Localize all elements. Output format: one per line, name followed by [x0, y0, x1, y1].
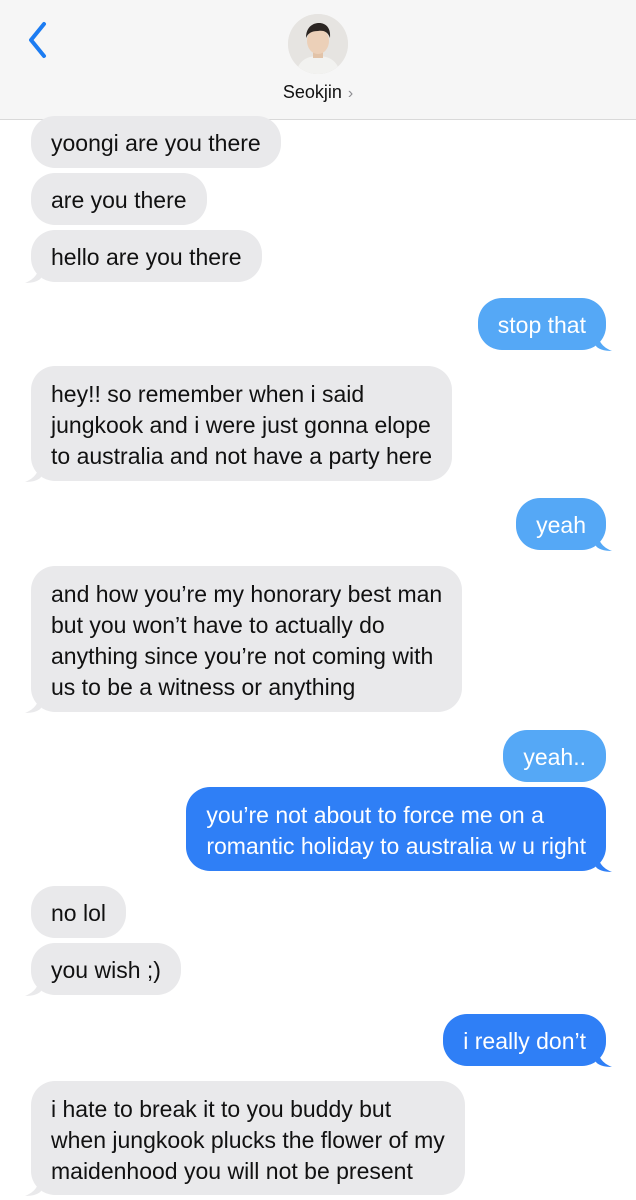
bubble-tail: [25, 974, 41, 996]
message-text: hey!! so remember when i said jungkook a…: [51, 381, 433, 469]
contact-avatar[interactable]: [288, 14, 348, 74]
bubble-tail: [25, 691, 41, 713]
bubble-tail: [596, 1045, 612, 1067]
received-message-bubble[interactable]: hey!! so remember when i said jungkook a…: [25, 366, 453, 482]
received-message-bubble[interactable]: are you there: [31, 173, 207, 225]
received-message-bubble[interactable]: and how you’re my honorary best man but …: [25, 566, 463, 713]
message-text: i hate to break it to you buddy but when…: [51, 1096, 445, 1184]
message-text: and how you’re my honorary best man but …: [51, 581, 443, 700]
received-message-bubble[interactable]: hello are you there: [25, 230, 262, 283]
chevron-left-icon: [29, 22, 46, 58]
sent-message-bubble[interactable]: yeah..: [503, 730, 606, 782]
message-text: hello are you there: [51, 244, 242, 270]
bubble-tail: [25, 1174, 41, 1196]
conversation-header: Seokjin ›: [0, 0, 636, 120]
sent-message-bubble[interactable]: you’re not about to force me on a romant…: [186, 787, 612, 872]
bubble-tail: [25, 261, 41, 283]
sent-message-bubble[interactable]: yeah: [516, 498, 612, 551]
message-text: i really don’t: [463, 1028, 586, 1054]
back-button[interactable]: [18, 18, 58, 62]
received-message-bubble[interactable]: you wish ;): [25, 943, 181, 996]
message-text: no lol: [51, 900, 106, 926]
chevron-right-icon: ›: [347, 85, 354, 102]
person-photo: [288, 14, 348, 74]
message-text: stop that: [497, 312, 586, 338]
contact-name-button[interactable]: Seokjin ›: [0, 82, 636, 103]
received-message-bubble[interactable]: no lol: [31, 886, 126, 938]
sent-message-bubble[interactable]: i really don’t: [443, 1014, 612, 1067]
message-text: yeah: [536, 512, 586, 538]
received-message-bubble[interactable]: yoongi are you there: [31, 116, 281, 168]
bubble-tail: [596, 850, 612, 872]
message-text: yoongi are you there: [51, 130, 261, 156]
message-text: you wish ;): [51, 957, 161, 983]
message-text: yeah..: [523, 744, 586, 770]
bubble-tail: [25, 460, 41, 482]
received-message-bubble[interactable]: i hate to break it to you buddy but when…: [25, 1081, 465, 1196]
bubble-tail: [596, 329, 612, 351]
contact-name: Seokjin: [282, 82, 342, 102]
message-text: are you there: [51, 187, 187, 213]
message-text: you’re not about to force me on a romant…: [206, 802, 586, 859]
sent-message-bubble[interactable]: stop that: [477, 298, 612, 351]
bubble-tail: [596, 529, 612, 551]
